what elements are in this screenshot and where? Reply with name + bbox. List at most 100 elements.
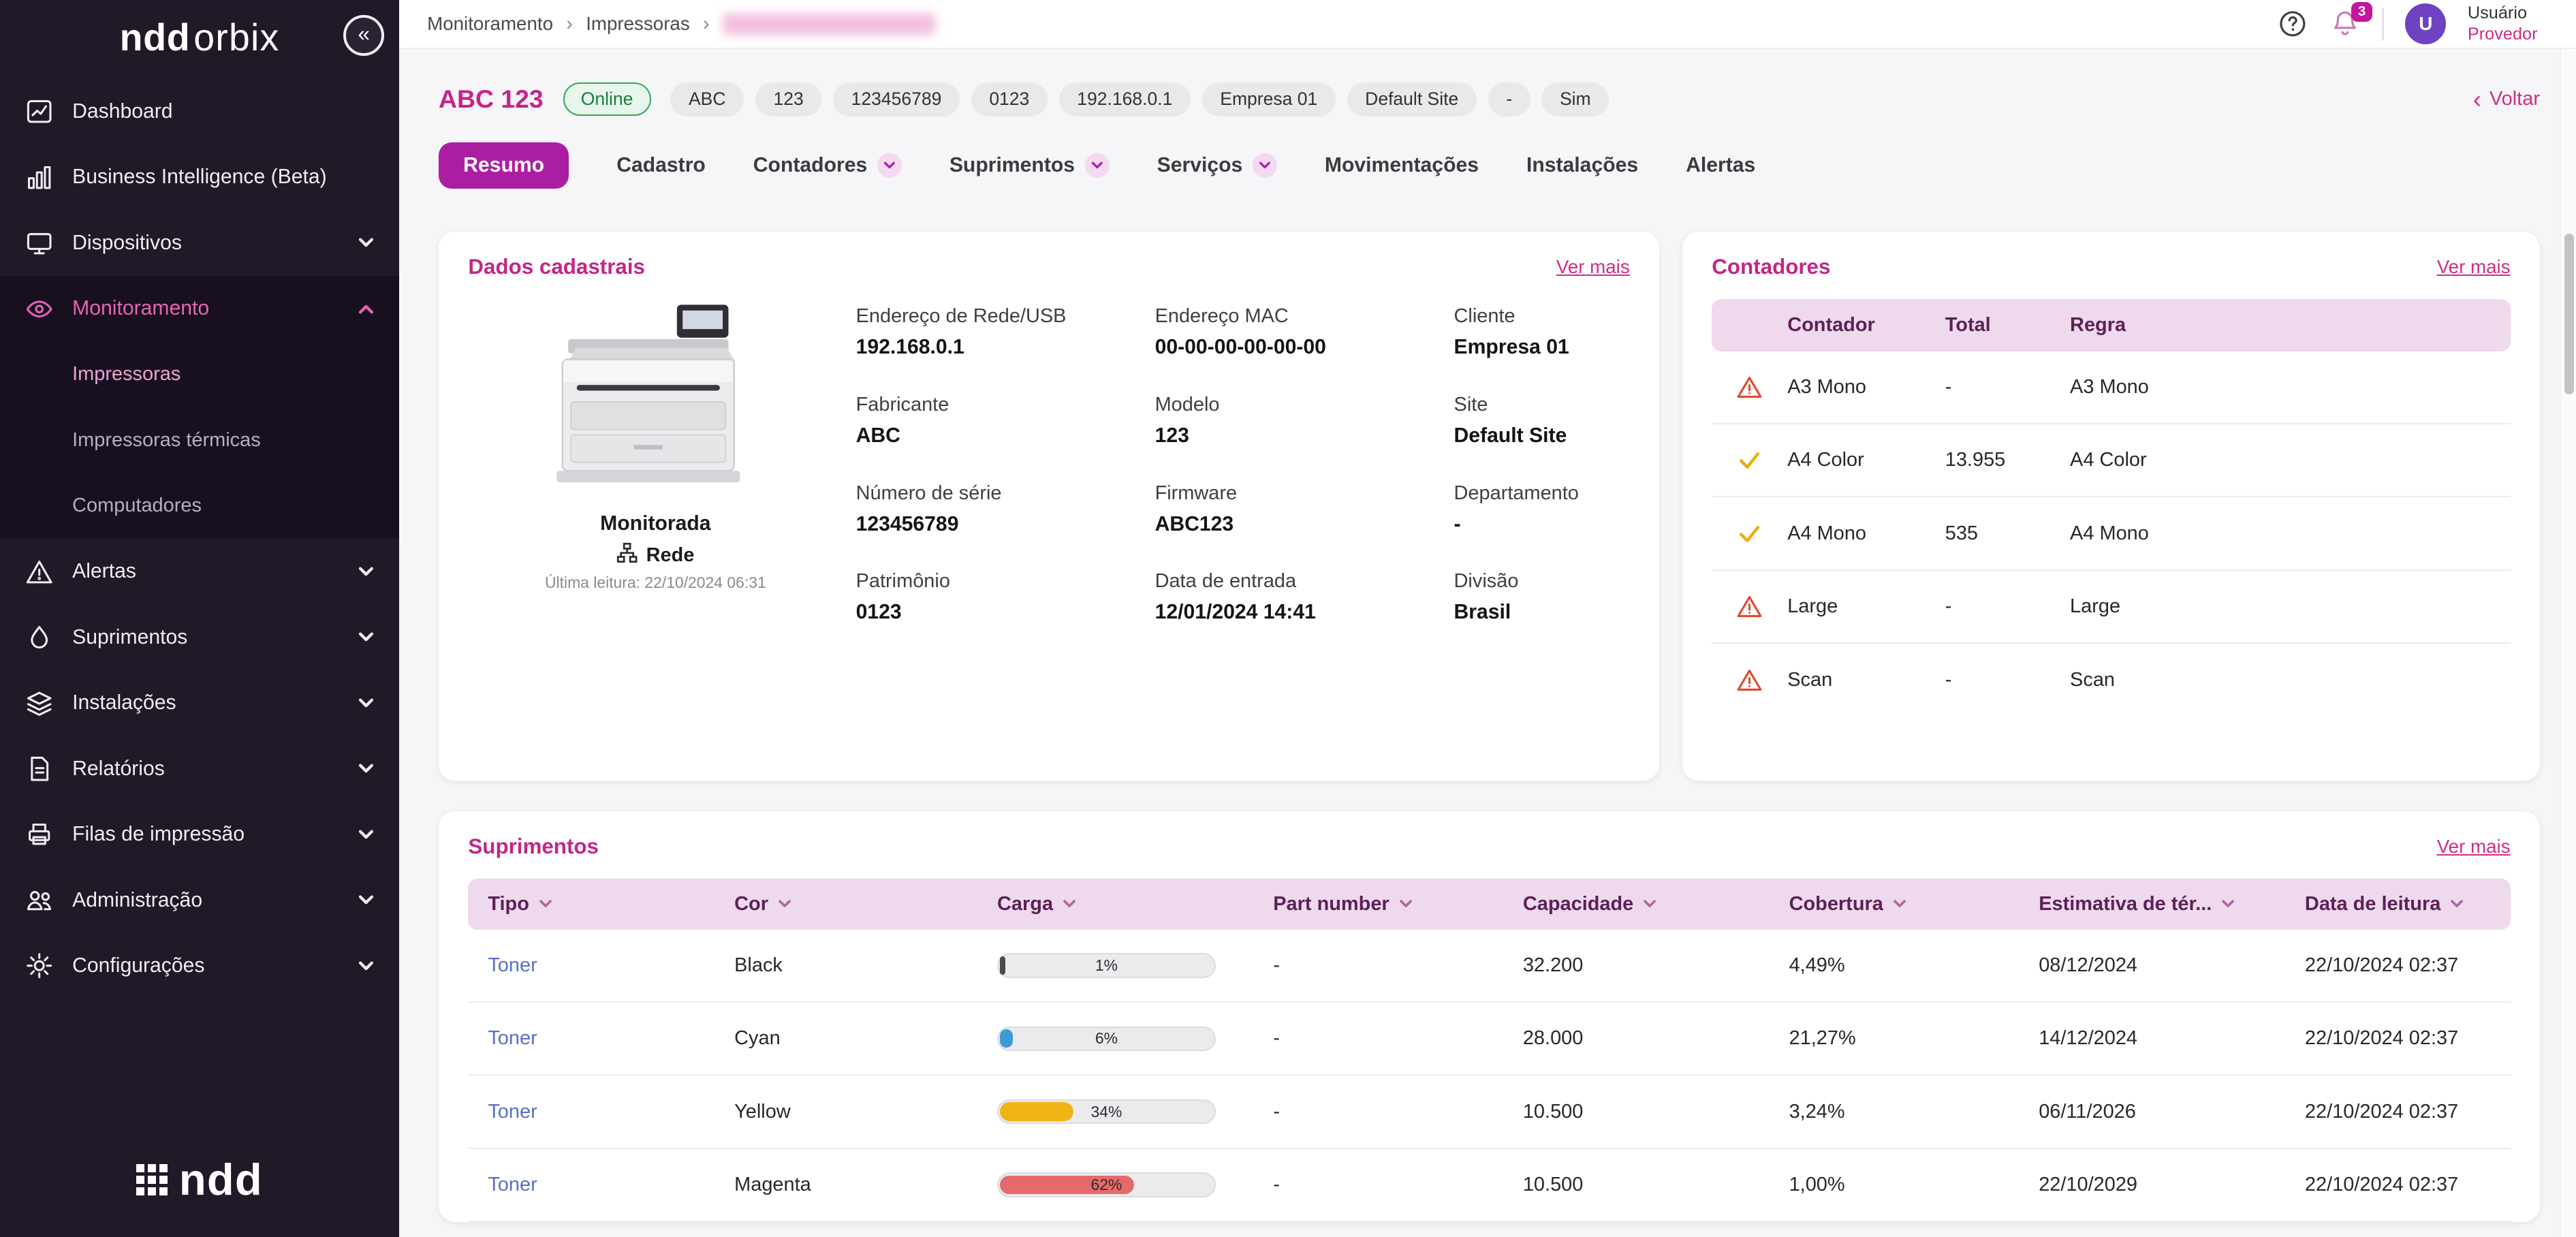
tab-movimentacoes[interactable]: Movimentações (1325, 154, 1479, 177)
supply-type-link[interactable]: Toner (488, 1174, 537, 1195)
column-header-part-number[interactable]: Part number (1273, 893, 1523, 915)
column-header-tipo[interactable]: Tipo (488, 893, 734, 915)
warning-icon (1712, 373, 1787, 401)
tab-label: Movimentações (1325, 154, 1479, 177)
sidebar-group-administracao: Administração (0, 867, 399, 933)
sidebar-item-instalacoes[interactable]: Instalações (0, 670, 399, 736)
column-header-data-de-leitura[interactable]: Data de leitura (2305, 893, 2491, 915)
sidebar-collapse-button[interactable]: « (343, 15, 384, 56)
footer-logo: ndd (0, 1142, 399, 1237)
suprimentos-icon (25, 623, 54, 652)
tab-suprimentos[interactable]: Suprimentos (949, 153, 1110, 178)
sidebar-item-suprimentos[interactable]: Suprimentos (0, 605, 399, 670)
ver-mais-link-suprimentos[interactable]: Ver mais (2437, 836, 2511, 858)
sidebar-item-configuracoes[interactable]: Configurações (0, 933, 399, 999)
scrollbar-thumb[interactable] (2564, 234, 2574, 394)
supply-part-number: - (1273, 1174, 1523, 1196)
tab-contadores[interactable]: Contadores (753, 153, 902, 178)
tab-instalacoes[interactable]: Instalações (1526, 154, 1638, 177)
breadcrumb-separator: › (703, 13, 710, 35)
supply-type-link[interactable]: Toner (488, 1101, 537, 1123)
back-link[interactable]: ‹ Voltar (2473, 87, 2540, 112)
tab-cadastro[interactable]: Cadastro (616, 154, 706, 177)
counter-total: 535 (1945, 522, 2070, 545)
chevron-down-icon (356, 890, 376, 910)
column-header-estimativa-de-ter[interactable]: Estimativa de tér... (2039, 893, 2305, 915)
tab-alertas[interactable]: Alertas (1686, 154, 1755, 177)
topbar: Monitoramento › Impressoras › 3 U Usuári… (399, 0, 2576, 49)
chevron-down-icon (356, 693, 376, 713)
info-chip: Sim (1541, 82, 1609, 116)
supply-type-link[interactable]: Toner (488, 1027, 537, 1049)
tab-resumo[interactable]: Resumo (439, 142, 569, 189)
logo-text: nddorbix (120, 16, 280, 59)
breadcrumb-monitoramento[interactable]: Monitoramento (427, 13, 553, 35)
help-icon[interactable] (2277, 8, 2308, 40)
administracao-icon (25, 886, 54, 915)
sidebar-subitem-computadores[interactable]: Computadores (0, 473, 399, 539)
column-header-cor[interactable]: Cor (734, 893, 997, 915)
sidebar-item-administracao[interactable]: Administração (0, 867, 399, 933)
supply-read-date: 22/10/2024 02:37 (2305, 954, 2491, 977)
ver-mais-link-dados[interactable]: Ver mais (1556, 256, 1630, 278)
notification-badge: 3 (2351, 2, 2372, 22)
sidebar-item-business-intelligence[interactable]: Business Intelligence (Beta) (0, 144, 399, 210)
sidebar-item-filas-de-impressao[interactable]: Filas de impressão (0, 802, 399, 867)
field-data-de-entrada: Data de entrada 12/01/2024 14:41 (1155, 570, 1431, 624)
content: ABC 123 Online ABC1231234567890123192.16… (399, 49, 2576, 1237)
instalacoes-icon (25, 689, 54, 718)
sidebar-subitem-impressoras-termicas[interactable]: Impressoras térmicas (0, 407, 399, 473)
card-title-suprimentos: Suprimentos (468, 834, 599, 859)
sidebar-group-dashboard: Dashboard (0, 79, 399, 144)
sidebar-item-dashboard[interactable]: Dashboard (0, 79, 399, 144)
logo-orbix: orbix (193, 16, 279, 59)
sidebar-item-label: Dashboard (72, 100, 376, 123)
tab-label: Resumo (463, 154, 544, 177)
tab-label: Alertas (1686, 154, 1755, 177)
supply-type-link[interactable]: Toner (488, 954, 537, 976)
sidebar-group-relatorios: Relatórios (0, 736, 399, 801)
suprimentos-body: Toner Black 1% - 32.200 4,49% 08/12/2024… (468, 930, 2510, 1222)
sort-chevron-icon (1891, 896, 1908, 912)
user-menu[interactable]: Usuário Provedor (2468, 3, 2553, 46)
toner-level-label: 62% (999, 1174, 1214, 1195)
field-modelo: Modelo 123 (1155, 394, 1431, 448)
sidebar-item-monitoramento[interactable]: Monitoramento (0, 276, 399, 341)
breadcrumb-impressoras[interactable]: Impressoras (586, 13, 690, 35)
filas-de-impressao-icon (25, 819, 54, 849)
column-header-contador: Contador (1787, 314, 1945, 336)
card-header: Contadores Ver mais (1712, 255, 2510, 279)
field-cliente: Cliente Empresa 01 (1454, 305, 1630, 359)
avatar[interactable]: U (2405, 3, 2446, 44)
column-header-carga[interactable]: Carga (997, 893, 1273, 915)
info-chip: 123 (755, 82, 821, 116)
card-header: Dados cadastrais Ver mais (468, 255, 1629, 279)
counter-row: Scan - Scan (1712, 644, 2510, 717)
counter-row: A3 Mono - A3 Mono (1712, 351, 2510, 424)
tab-servicos[interactable]: Serviços (1157, 153, 1277, 178)
notifications-bell-icon[interactable]: 3 (2329, 8, 2361, 40)
supply-estimate: 14/12/2024 (2039, 1027, 2305, 1050)
sidebar-item-dispositivos[interactable]: Dispositivos (0, 210, 399, 276)
counter-name: A4 Color (1787, 449, 1945, 471)
vertical-scrollbar[interactable] (2560, 49, 2576, 1237)
column-header-cobertura[interactable]: Cobertura (1789, 893, 2039, 915)
sidebar-item-label: Suprimentos (72, 626, 339, 649)
sidebar-item-relatorios[interactable]: Relatórios (0, 736, 399, 801)
supply-color: Yellow (734, 1101, 997, 1123)
field-value: Empresa 01 (1454, 336, 1630, 359)
toner-level-bar: 6% (997, 1027, 1216, 1051)
field-label: Cliente (1454, 305, 1630, 328)
cards-row: Dados cadastrais Ver mais (439, 232, 2540, 781)
sidebar-item-alertas[interactable]: Alertas (0, 539, 399, 604)
chevron-down-icon (356, 956, 376, 976)
chevron-down-icon (356, 233, 376, 253)
field-label: Endereço MAC (1155, 305, 1431, 328)
counter-row: Large - Large (1712, 571, 2510, 644)
sidebar-subitem-impressoras[interactable]: Impressoras (0, 342, 399, 407)
user-role: Provedor (2468, 24, 2553, 46)
ver-mais-link-contadores[interactable]: Ver mais (2437, 256, 2511, 278)
column-header-capacidade[interactable]: Capacidade (1523, 893, 1789, 915)
supply-color: Black (734, 954, 997, 977)
field-label: Site (1454, 394, 1630, 416)
